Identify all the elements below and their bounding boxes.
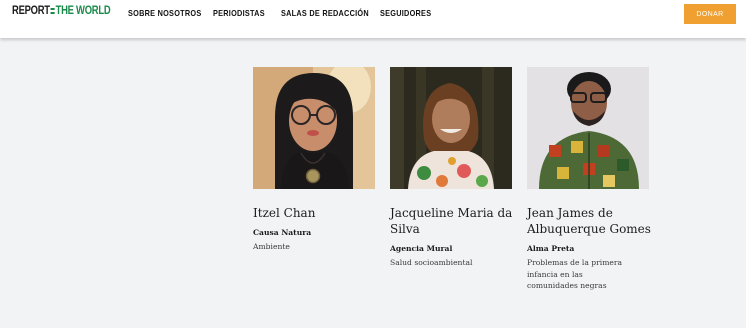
journalist-topic: Salud socioambiental [390, 258, 473, 267]
nav-item-periodistas[interactable]: PERIODISTAS [213, 8, 265, 18]
journalist-outlet: Alma Preta [527, 244, 575, 253]
nav-item-seguidores[interactable]: SEGUIDORES [380, 8, 431, 18]
report-for-the-world-logo[interactable]: REPORT THE WORLD [12, 4, 111, 18]
nav-item-salas-de-redaccion[interactable]: SALAS DE REDACCIÓN [281, 8, 369, 18]
journalist-photo[interactable] [390, 67, 512, 189]
journalist-card[interactable]: Jacqueline Maria da Silva Agencia Mural … [390, 67, 515, 269]
journalist-topic: Ambiente [253, 242, 290, 251]
journalist-name[interactable]: Itzel Chan [253, 205, 378, 221]
logo-word-the-world: THE WORLD [55, 5, 111, 17]
top-navigation-bar: REPORT THE WORLD SOBRE NOSOTROS PERIODIS… [0, 0, 746, 38]
journalist-name[interactable]: Jean James de Albuquerque Gomes [527, 205, 652, 237]
logo-divider-mark [50, 7, 55, 15]
journalist-outlet: Causa Natura [253, 228, 312, 237]
journalist-photo[interactable] [253, 67, 375, 189]
logo-word-report: REPORT [12, 5, 50, 17]
journalist-photo[interactable] [527, 67, 649, 189]
nav-item-sobre-nosotros[interactable]: SOBRE NOSOTROS [128, 8, 201, 18]
journalist-outlet: Agencia Mural [390, 244, 453, 253]
journalist-card[interactable]: Jean James de Albuquerque Gomes Alma Pre… [527, 67, 652, 292]
journalist-topic: Problemas de la primera infancia en las … [527, 258, 623, 290]
journalist-name[interactable]: Jacqueline Maria da Silva [390, 205, 515, 237]
journalist-card[interactable]: Itzel Chan Causa Natura Ambiente [253, 67, 378, 253]
donate-button[interactable]: DONAR [684, 4, 736, 24]
